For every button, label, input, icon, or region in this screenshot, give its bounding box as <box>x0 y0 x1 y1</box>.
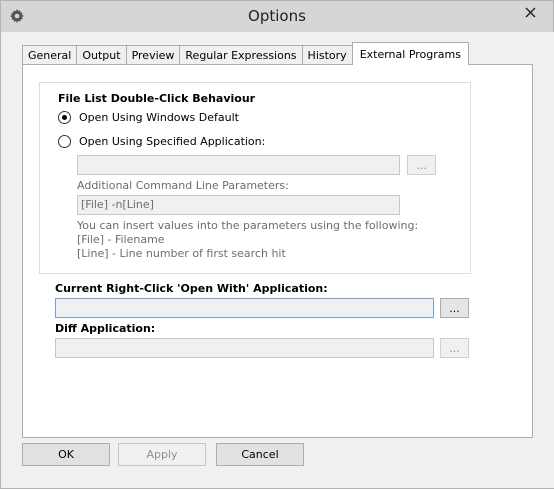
apply-button[interactable]: Apply <box>118 443 206 466</box>
specified-app-browse-button[interactable]: ... <box>407 155 436 175</box>
dialog-client: General Output Preview Regular Expressio… <box>2 32 554 488</box>
tab-regular-expressions[interactable]: Regular Expressions <box>179 45 303 65</box>
help-text-line-2: [File] - Filename <box>77 233 165 246</box>
cancel-button[interactable]: Cancel <box>216 443 304 466</box>
tab-output[interactable]: Output <box>76 45 127 65</box>
radio-open-windows-default[interactable]: Open Using Windows Default <box>58 111 239 124</box>
params-label: Additional Command Line Parameters: <box>77 179 289 192</box>
ok-button[interactable]: OK <box>22 443 110 466</box>
external-programs-panel: File List Double-Click Behaviour Open Us… <box>22 64 533 438</box>
specified-app-path-input[interactable] <box>77 155 400 175</box>
options-window: Options General Output Preview Regular E… <box>0 0 554 489</box>
open-with-label: Current Right-Click 'Open With' Applicat… <box>55 282 328 295</box>
tab-preview[interactable]: Preview <box>125 45 181 65</box>
help-text-line-1: You can insert values into the parameter… <box>77 219 419 232</box>
title-bar: Options <box>1 1 553 32</box>
diff-app-browse-button[interactable]: ... <box>440 338 469 358</box>
tab-external-programs[interactable]: External Programs <box>351 42 469 65</box>
radio-open-specified-app-label: Open Using Specified Application: <box>79 135 266 148</box>
params-input[interactable]: [File] -n[Line] <box>77 195 400 215</box>
close-icon <box>525 7 535 17</box>
open-with-app-input[interactable] <box>55 298 434 318</box>
tab-history[interactable]: History <box>301 45 353 65</box>
radio-button-checked[interactable] <box>58 111 71 124</box>
radio-open-specified-app[interactable]: Open Using Specified Application: <box>58 135 265 148</box>
window-title: Options <box>248 7 306 25</box>
diff-app-label: Diff Application: <box>55 322 156 335</box>
double-click-group-title: File List Double-Click Behaviour <box>58 92 256 105</box>
open-with-browse-button[interactable]: ... <box>440 298 469 318</box>
tab-general[interactable]: General <box>22 45 78 65</box>
help-text-line-3: [Line] - Line number of first search hit <box>77 247 286 260</box>
diff-app-input[interactable] <box>55 338 434 358</box>
radio-open-windows-default-label: Open Using Windows Default <box>79 111 239 124</box>
double-click-group: File List Double-Click Behaviour Open Us… <box>39 82 471 274</box>
tab-strip: General Output Preview Regular Expressio… <box>22 42 469 65</box>
radio-button-unchecked[interactable] <box>58 135 71 148</box>
close-button[interactable] <box>515 2 545 22</box>
